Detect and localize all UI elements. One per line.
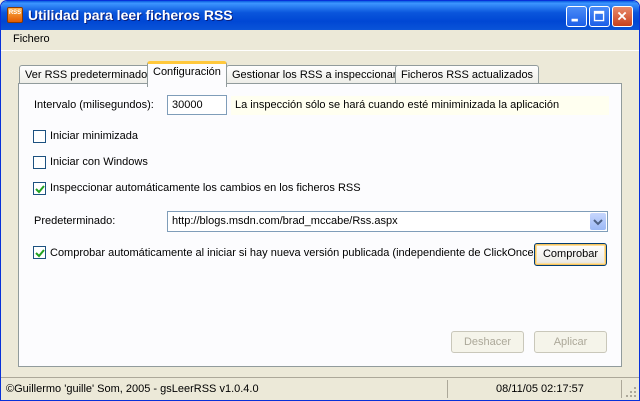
app-window: RSS Utilidad para leer ficheros RSS Fich…: [0, 0, 640, 401]
tab-ver-rss[interactable]: Ver RSS predeterminado: [19, 65, 154, 85]
tab-label: Gestionar los RSS a inspeccionar: [232, 69, 397, 81]
maximize-button[interactable]: [589, 6, 610, 27]
tab-ficheros-actualizados[interactable]: Ficheros RSS actualizados: [395, 65, 540, 85]
undo-button[interactable]: Deshacer: [451, 331, 524, 353]
title-bar[interactable]: RSS Utilidad para leer ficheros RSS: [1, 1, 639, 30]
menu-bar: Fichero: [1, 30, 639, 50]
status-separator: [621, 380, 622, 398]
check-button[interactable]: Comprobar: [534, 243, 607, 266]
status-datetime: 08/11/05 02:17:57: [496, 383, 584, 395]
resize-grip-icon[interactable]: [625, 386, 637, 398]
auto-inspect-label: Inspeccionar automáticamente los cambios…: [50, 182, 361, 194]
auto-inspect-checkbox[interactable]: [33, 182, 46, 195]
interval-label: Intervalo (milisegundos):: [34, 99, 154, 111]
apply-button[interactable]: Aplicar: [534, 331, 607, 353]
start-with-windows-label: Iniciar con Windows: [50, 156, 148, 168]
status-separator: [447, 380, 448, 398]
rss-app-icon: RSS: [7, 7, 23, 23]
menu-divider: [1, 50, 639, 51]
tab-configuracion[interactable]: Configuración: [147, 61, 227, 87]
tab-label: Configuración: [153, 66, 221, 78]
maximize-icon: [593, 10, 605, 22]
interval-value: 30000: [172, 99, 203, 111]
default-rss-value: http://blogs.msdn.com/brad_mccabe/Rss.as…: [172, 215, 398, 227]
check-button-label: Comprobar: [542, 248, 599, 260]
start-minimized-label: Iniciar minimizada: [50, 130, 139, 142]
start-minimized-checkbox[interactable]: [33, 130, 46, 143]
checkmark-icon: [35, 249, 45, 258]
auto-update-label: Comprobar automáticamente al iniciar si …: [50, 247, 538, 259]
apply-button-label: Aplicar: [553, 336, 588, 348]
default-rss-combobox[interactable]: http://blogs.msdn.com/brad_mccabe/Rss.as…: [167, 211, 608, 232]
config-panel: Intervalo (milisegundos): 30000 La inspe…: [18, 83, 622, 367]
start-with-windows-checkbox[interactable]: [33, 156, 46, 169]
tab-label: Ver RSS predeterminado: [25, 69, 148, 81]
interval-note-text: La inspección sólo se hará cuando esté m…: [235, 99, 560, 111]
tab-label: Ficheros RSS actualizados: [401, 69, 534, 81]
dropdown-button[interactable]: [590, 213, 606, 230]
close-icon: [617, 11, 627, 21]
minimize-icon: [571, 18, 578, 22]
tab-gestionar[interactable]: Gestionar los RSS a inspeccionar: [226, 65, 403, 85]
close-button[interactable]: [612, 6, 633, 27]
interval-note: La inspección sólo se hará cuando esté m…: [231, 96, 609, 115]
checkmark-icon: [35, 185, 45, 194]
default-label: Predeterminado:: [34, 215, 116, 227]
auto-update-checkbox[interactable]: [33, 246, 46, 259]
status-bar: ©Guillermo 'guille' Som, 2005 - gsLeerRS…: [1, 377, 639, 400]
window-title: Utilidad para leer ficheros RSS: [28, 7, 233, 23]
status-copyright: ©Guillermo 'guille' Som, 2005 - gsLeerRS…: [6, 383, 259, 395]
minimize-button[interactable]: [566, 6, 587, 27]
menu-fichero[interactable]: Fichero: [13, 33, 50, 45]
undo-button-label: Deshacer: [463, 336, 512, 348]
interval-input[interactable]: 30000: [167, 95, 227, 115]
chevron-down-icon: [593, 219, 603, 226]
